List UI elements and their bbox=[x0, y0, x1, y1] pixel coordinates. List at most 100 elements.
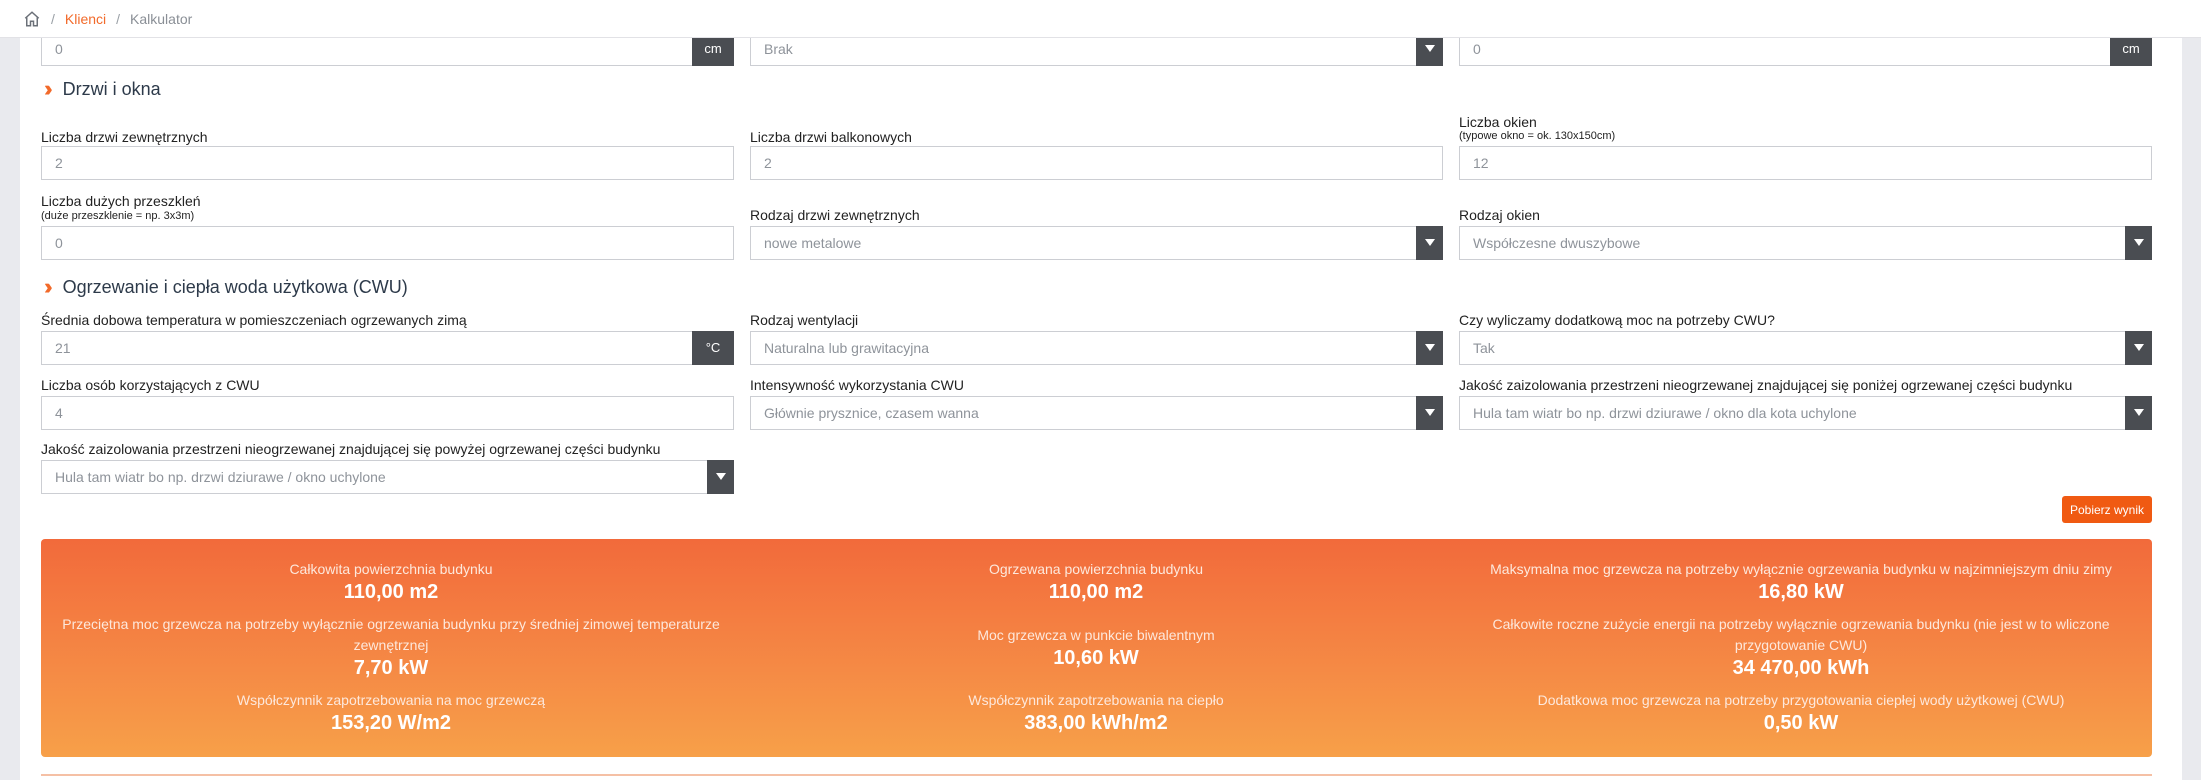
unit-addon: °C bbox=[692, 330, 734, 365]
top-left-input[interactable]: 0 cm bbox=[41, 38, 734, 66]
result-value: 34 470,00 kWh bbox=[1732, 657, 1870, 679]
result-value: 153,20 W/m2 bbox=[330, 712, 452, 734]
ventilation-select[interactable]: Naturalna lub grawitacyjna bbox=[750, 330, 1443, 365]
divider bbox=[41, 774, 2152, 776]
input-value: 4 bbox=[55, 405, 63, 421]
get-result-button[interactable]: Pobierz wynik bbox=[2062, 496, 2152, 523]
result-value: 10,60 kW bbox=[1053, 647, 1139, 669]
input-value: 21 bbox=[55, 340, 71, 356]
windows-label: Liczba okien bbox=[1459, 114, 1537, 130]
section-title: Drzwi i okna bbox=[62, 78, 161, 99]
result-label: Współczynnik zapotrzebowania na moc grze… bbox=[236, 692, 546, 708]
chevron-down-icon[interactable] bbox=[1416, 330, 1443, 365]
avg-temp-input[interactable]: 21 °C bbox=[41, 330, 734, 365]
input-value: 2 bbox=[55, 155, 63, 171]
large-glazing-sublabel: (duże przeszklenie = np. 3x3m) bbox=[41, 210, 195, 222]
breadcrumb: / Klienci / Kalkulator bbox=[0, 0, 2201, 38]
result-max-power: Maksymalna moc grzewcza na potrzeby wyłą… bbox=[1451, 559, 2151, 604]
top-right-input[interactable]: 0 cm bbox=[1459, 38, 2152, 66]
chevron-down-icon[interactable] bbox=[2125, 225, 2152, 260]
insulation-above-select[interactable]: Hula tam wiatr bo np. drzwi dziurawe / o… bbox=[41, 459, 734, 494]
result-heat-factor: Współczynnik zapotrzebowania na ciepło 3… bbox=[746, 690, 1446, 735]
breadcrumb-separator: / bbox=[51, 10, 55, 27]
result-value: 110,00 m2 bbox=[343, 581, 439, 603]
result-annual-energy: Całkowite roczne zużycie energii na potr… bbox=[1451, 614, 2151, 680]
result-label: Współczynnik zapotrzebowania na ciepło bbox=[968, 692, 1224, 708]
chevron-down-icon[interactable] bbox=[2125, 330, 2152, 365]
ext-door-type-select[interactable]: nowe metalowe bbox=[750, 225, 1443, 260]
result-value: 16,80 kW bbox=[1758, 581, 1844, 603]
result-avg-power: Przeciętna moc grzewcza na potrzeby wyłą… bbox=[41, 614, 741, 680]
input-value: 12 bbox=[1473, 155, 1489, 171]
results-panel: Całkowita powierzchnia budynku 110,00 m2… bbox=[41, 539, 2152, 757]
breadcrumb-separator: / bbox=[116, 10, 121, 27]
chevron-down-icon[interactable] bbox=[2125, 395, 2152, 430]
avg-temp-label: Średnia dobowa temperatura w pomieszczen… bbox=[41, 312, 467, 328]
select-value: Hula tam wiatr bo np. drzwi dziurawe / o… bbox=[1473, 405, 1857, 421]
cwu-people-input[interactable]: 4 bbox=[41, 396, 734, 430]
breadcrumb-link-clients[interactable]: Klienci bbox=[65, 11, 106, 27]
result-heated-area: Ogrzewana powierzchnia budynku 110,00 m2 bbox=[746, 559, 1446, 604]
cwu-power-label: Czy wyliczamy dodatkową moc na potrzeby … bbox=[1459, 312, 1775, 328]
input-value: 2 bbox=[764, 155, 772, 171]
result-value: 383,00 kWh/m2 bbox=[1024, 712, 1168, 734]
result-cwu-extra: Dodatkowa moc grzewcza na potrzeby przyg… bbox=[1451, 690, 2151, 735]
chevron-down-icon[interactable] bbox=[707, 459, 734, 494]
insulation-above-label: Jakość zaizolowania przestrzeni nieogrze… bbox=[41, 441, 661, 457]
window-type-select[interactable]: Współczesne dwuszybowe bbox=[1459, 225, 2152, 260]
section-doors-windows: ›› Drzwi i okna bbox=[44, 76, 161, 102]
select-value: Naturalna lub grawitacyjna bbox=[764, 340, 929, 356]
input-value: 0 bbox=[55, 235, 63, 251]
select-value: Hula tam wiatr bo np. drzwi dziurawe / o… bbox=[55, 469, 386, 485]
result-value: 110,00 m2 bbox=[1048, 581, 1144, 603]
select-value: Brak bbox=[764, 41, 793, 57]
chevron-down-icon[interactable] bbox=[1416, 225, 1443, 260]
result-value: 7,70 kW bbox=[353, 657, 429, 679]
window-type-label: Rodzaj okien bbox=[1459, 207, 1540, 223]
input-value: 0 bbox=[55, 41, 63, 57]
result-label: Ogrzewana powierzchnia budynku bbox=[988, 561, 1203, 577]
top-middle-select[interactable]: Brak bbox=[750, 38, 1443, 66]
chevron-down-icon[interactable] bbox=[1416, 395, 1443, 430]
ventilation-label: Rodzaj wentylacji bbox=[750, 312, 859, 328]
unit-addon: cm bbox=[2110, 38, 2152, 66]
cwu-people-label: Liczba osób korzystających z CWU bbox=[41, 377, 260, 393]
cwu-power-select[interactable]: Tak bbox=[1459, 330, 2152, 365]
result-power-factor: Współczynnik zapotrzebowania na moc grze… bbox=[41, 690, 741, 735]
calculator-form: 0 cm Brak 0 cm ›› Drzwi i okna Liczba dr… bbox=[20, 38, 2182, 780]
result-label: Moc grzewcza w punkcie biwalentnym bbox=[977, 627, 1215, 643]
result-value: 0,50 kW bbox=[1763, 712, 1839, 734]
windows-sublabel: (typowe okno = ok. 130x150cm) bbox=[1459, 130, 1616, 142]
cwu-intensity-label: Intensywność wykorzystania CWU bbox=[750, 377, 964, 393]
select-value: Współczesne dwuszybowe bbox=[1473, 235, 1641, 251]
result-label: Całkowite roczne zużycie energii na potr… bbox=[1492, 616, 2110, 653]
ext-doors-label: Liczba drzwi zewnętrznych bbox=[41, 129, 208, 145]
home-icon[interactable] bbox=[23, 10, 41, 28]
section-heating-cwu: ›› Ogrzewanie i ciepła woda użytkowa (CW… bbox=[44, 274, 408, 300]
select-value: Głównie prysznice, czasem wanna bbox=[764, 405, 979, 421]
insulation-below-label: Jakość zaizolowania przestrzeni nieogrze… bbox=[1459, 377, 2073, 393]
breadcrumb-current: Kalkulator bbox=[130, 10, 193, 27]
insulation-below-select[interactable]: Hula tam wiatr bo np. drzwi dziurawe / o… bbox=[1459, 395, 2152, 430]
result-bivalent-power: Moc grzewcza w punkcie biwalentnym 10,60… bbox=[746, 625, 1446, 670]
ext-doors-input[interactable]: 2 bbox=[41, 146, 734, 180]
select-value: Tak bbox=[1473, 340, 1495, 356]
result-label: Przeciętna moc grzewcza na potrzeby wyłą… bbox=[62, 616, 720, 653]
large-glazing-label: Liczba dużych przeszkleń bbox=[41, 193, 201, 209]
select-value: nowe metalowe bbox=[764, 235, 862, 251]
section-title: Ogrzewanie i ciepła woda użytkowa (CWU) bbox=[62, 276, 408, 297]
result-label: Dodatkowa moc grzewcza na potrzeby przyg… bbox=[1537, 692, 2065, 708]
result-total-area: Całkowita powierzchnia budynku 110,00 m2 bbox=[41, 559, 741, 604]
double-chevron-right-icon: ›› bbox=[44, 76, 52, 101]
double-chevron-right-icon: ›› bbox=[44, 274, 52, 299]
large-glazing-input[interactable]: 0 bbox=[41, 226, 734, 260]
cwu-intensity-select[interactable]: Głównie prysznice, czasem wanna bbox=[750, 395, 1443, 430]
input-value: 0 bbox=[1473, 41, 1481, 57]
result-label: Maksymalna moc grzewcza na potrzeby wyłą… bbox=[1490, 561, 2112, 577]
balcony-doors-input[interactable]: 2 bbox=[750, 146, 1443, 180]
unit-addon: cm bbox=[692, 38, 734, 66]
result-label: Całkowita powierzchnia budynku bbox=[289, 561, 493, 577]
windows-input[interactable]: 12 bbox=[1459, 146, 2152, 180]
chevron-down-icon[interactable] bbox=[1416, 38, 1443, 66]
ext-door-type-label: Rodzaj drzwi zewnętrznych bbox=[750, 207, 920, 223]
